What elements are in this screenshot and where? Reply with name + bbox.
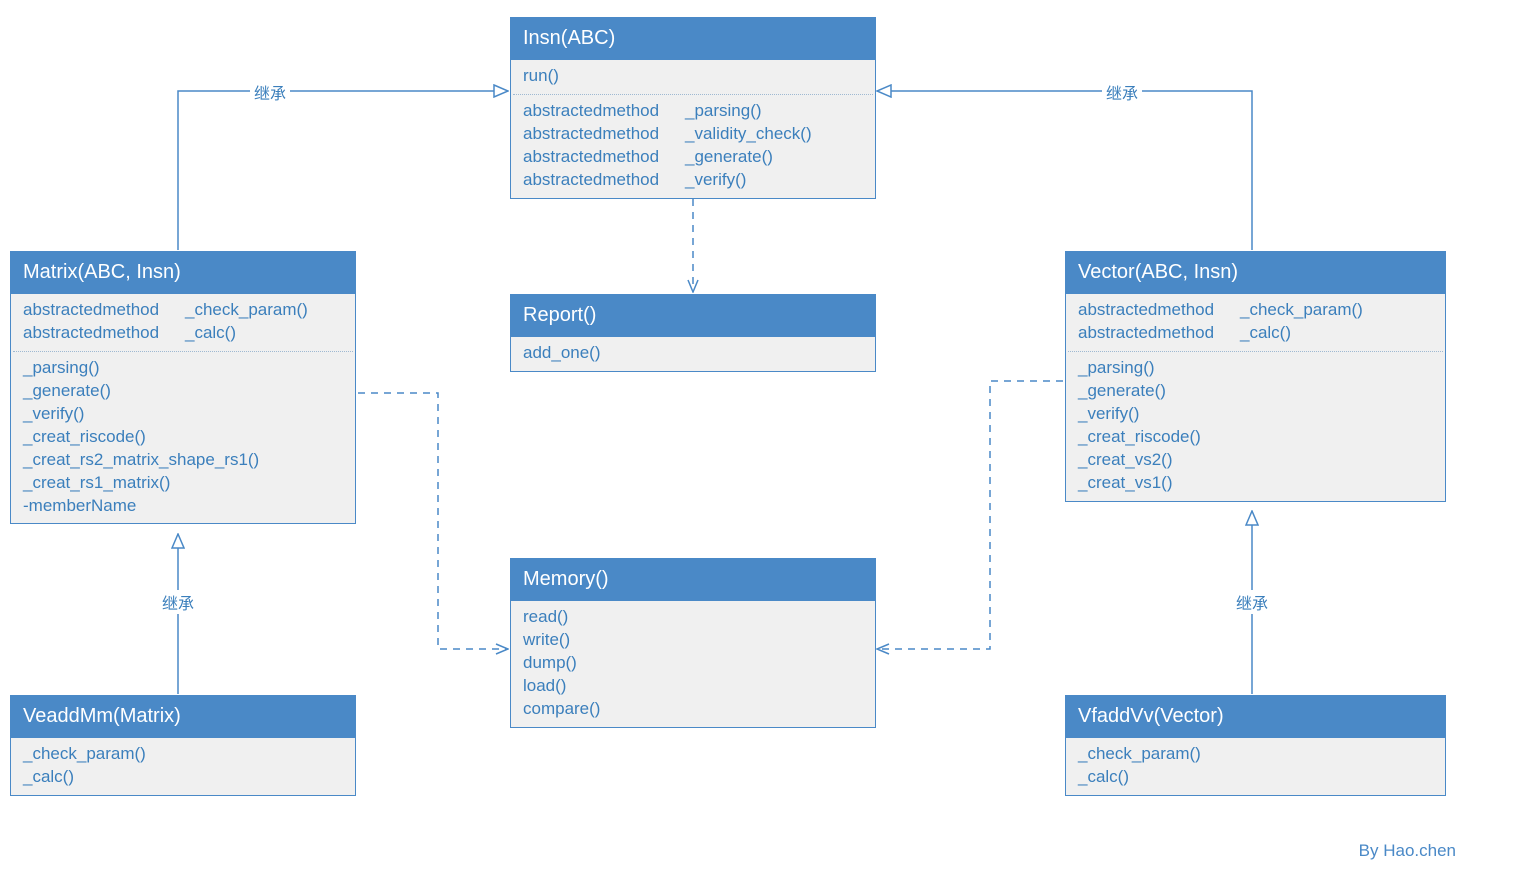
edge-label-matrix-insn: 继承 xyxy=(250,80,290,104)
report-m0: add_one() xyxy=(523,342,863,365)
class-vector: Vector(ABC, Insn) abstractedmethod_check… xyxy=(1065,251,1446,502)
vfaddvv-m0: _check_param() xyxy=(1078,743,1433,766)
memory-m4: compare() xyxy=(523,698,863,721)
memory-m1: write() xyxy=(523,629,863,652)
class-report: Report() add_one() xyxy=(510,294,876,372)
vector-abstract-0: abstractedmethod_check_param() xyxy=(1078,299,1433,322)
class-veaddmm: VeaddMm(Matrix) _check_param() _calc() xyxy=(10,695,356,796)
insn-abstract-0: abstractedmethod_parsing() xyxy=(523,100,863,123)
vfaddvv-m1: _calc() xyxy=(1078,766,1433,789)
matrix-m4: _creat_rs2_matrix_shape_rs1() xyxy=(23,449,343,472)
memory-m2: dump() xyxy=(523,652,863,675)
matrix-m5: _creat_rs1_matrix() xyxy=(23,472,343,495)
matrix-m0: _parsing() xyxy=(23,357,343,380)
vector-abstract-1: abstractedmethod_calc() xyxy=(1078,322,1433,345)
class-insn-title: Insn(ABC) xyxy=(511,18,875,60)
vector-m1: _generate() xyxy=(1078,380,1433,403)
credit-text: By Hao.chen xyxy=(1359,841,1456,861)
matrix-m3: _creat_riscode() xyxy=(23,426,343,449)
class-vector-title: Vector(ABC, Insn) xyxy=(1066,252,1445,294)
matrix-abstract-1: abstractedmethod_calc() xyxy=(23,322,343,345)
edge-label-veaddmm-matrix: 继承 xyxy=(158,590,198,614)
class-veaddmm-title: VeaddMm(Matrix) xyxy=(11,696,355,738)
memory-m3: load() xyxy=(523,675,863,698)
vector-m0: _parsing() xyxy=(1078,357,1433,380)
insn-abstract-3: abstractedmethod_verify() xyxy=(523,169,863,192)
insn-run: run() xyxy=(523,65,863,88)
matrix-m2: _verify() xyxy=(23,403,343,426)
edge-label-vector-insn: 继承 xyxy=(1102,80,1142,104)
vector-m2: _verify() xyxy=(1078,403,1433,426)
matrix-m1: _generate() xyxy=(23,380,343,403)
class-memory: Memory() read() write() dump() load() co… xyxy=(510,558,876,728)
class-vfaddvv: VfaddVv(Vector) _check_param() _calc() xyxy=(1065,695,1446,796)
vector-m5: _creat_vs1() xyxy=(1078,472,1433,495)
class-matrix-title: Matrix(ABC, Insn) xyxy=(11,252,355,294)
veaddmm-m1: _calc() xyxy=(23,766,343,789)
class-memory-title: Memory() xyxy=(511,559,875,601)
insn-abstract-1: abstractedmethod_validity_check() xyxy=(523,123,863,146)
edge-label-vfaddvv-vector: 继承 xyxy=(1232,590,1272,614)
class-insn: Insn(ABC) run() abstractedmethod_parsing… xyxy=(510,17,876,199)
veaddmm-m0: _check_param() xyxy=(23,743,343,766)
class-matrix: Matrix(ABC, Insn) abstractedmethod_check… xyxy=(10,251,356,524)
matrix-abstract-0: abstractedmethod_check_param() xyxy=(23,299,343,322)
matrix-m6: -memberName xyxy=(23,495,343,518)
vector-m4: _creat_vs2() xyxy=(1078,449,1433,472)
class-report-title: Report() xyxy=(511,295,875,337)
class-vfaddvv-title: VfaddVv(Vector) xyxy=(1066,696,1445,738)
vector-m3: _creat_riscode() xyxy=(1078,426,1433,449)
insn-abstract-2: abstractedmethod_generate() xyxy=(523,146,863,169)
memory-m0: read() xyxy=(523,606,863,629)
